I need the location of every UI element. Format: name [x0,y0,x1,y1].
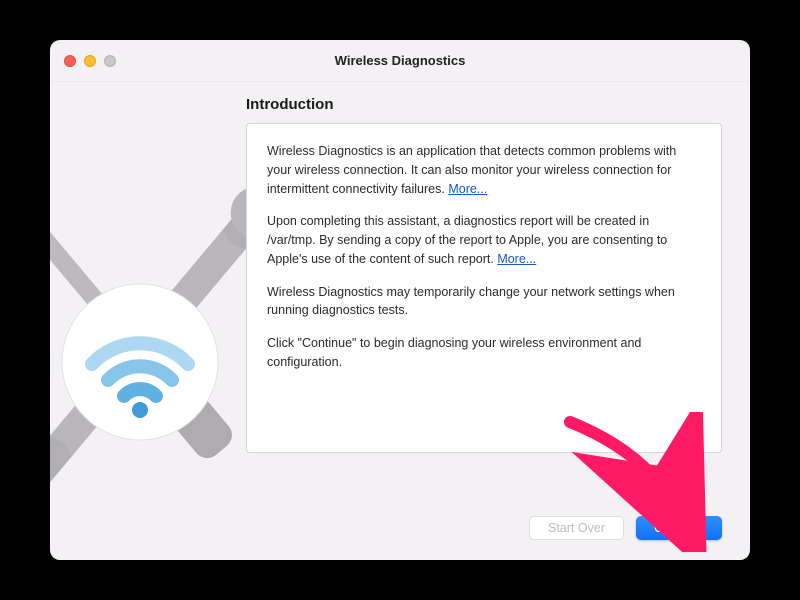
more-link-2[interactable]: More... [497,252,536,266]
more-link-1[interactable]: More... [448,182,487,196]
titlebar: Wireless Diagnostics [50,40,750,82]
close-icon[interactable] [64,55,76,67]
intro-text-2: Upon completing this assistant, a diagno… [267,214,667,266]
window-controls [64,55,116,67]
window-body: Introduction Wireless Diagnostics is an … [50,82,750,560]
window-title: Wireless Diagnostics [50,53,750,68]
continue-button[interactable]: Continue [636,516,722,540]
page-title: Introduction [246,96,722,113]
intro-paragraph-3: Wireless Diagnostics may temporarily cha… [267,283,701,321]
start-over-button: Start Over [529,516,624,540]
wireless-diagnostics-window: Wireless Diagnostics [50,40,750,560]
zoom-icon [104,55,116,67]
intro-paragraph-4: Click "Continue" to begin diagnosing you… [267,334,701,372]
main-content: Introduction Wireless Diagnostics is an … [246,96,722,453]
intro-paragraph-2: Upon completing this assistant, a diagno… [267,212,701,268]
intro-paragraph-1: Wireless Diagnostics is an application t… [267,142,701,198]
button-row: Start Over Continue [529,516,722,540]
minimize-icon[interactable] [84,55,96,67]
intro-panel: Wireless Diagnostics is an application t… [246,123,722,453]
